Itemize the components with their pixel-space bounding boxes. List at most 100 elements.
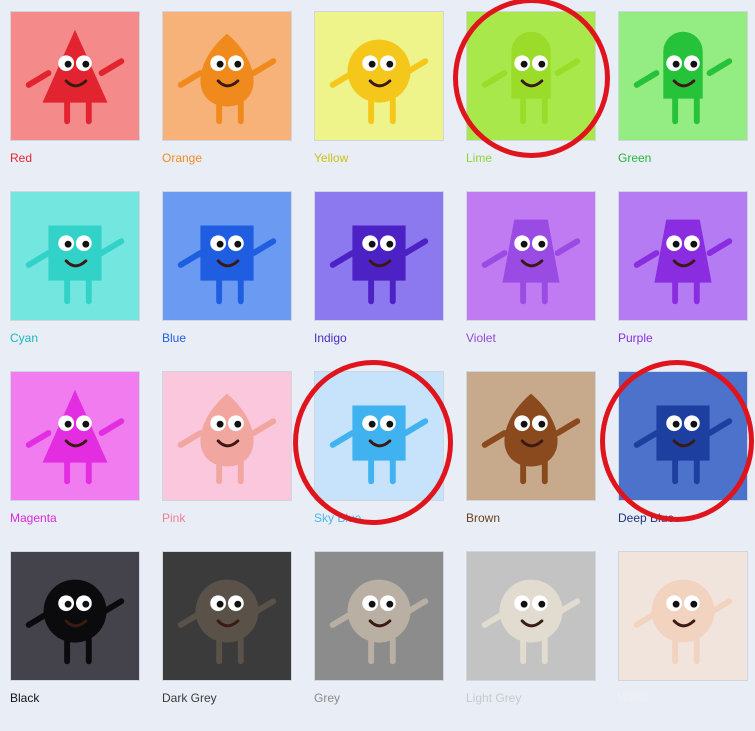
character-image[interactable]	[10, 551, 140, 681]
character-label[interactable]: Sky Blue	[314, 511, 361, 525]
character-card-brown[interactable]: Brown	[466, 371, 596, 551]
character-label[interactable]: White	[618, 691, 649, 705]
character-body	[499, 579, 563, 643]
character-pupil	[538, 240, 546, 248]
character-pupil	[216, 240, 224, 248]
character-pupil	[234, 240, 242, 248]
character-card-green[interactable]: Green	[618, 11, 748, 191]
character-card-black[interactable]: Black	[10, 551, 140, 731]
character-card-light-grey[interactable]: Light Grey	[466, 551, 596, 731]
character-arm-left	[329, 430, 356, 448]
character-leg	[541, 96, 548, 125]
character-label[interactable]: Pink	[162, 511, 185, 525]
character-image[interactable]	[162, 371, 292, 501]
character-illustration	[329, 579, 429, 665]
character-leg	[237, 636, 244, 665]
character-card-red[interactable]: Red	[10, 11, 140, 191]
character-label[interactable]: Black	[10, 691, 39, 705]
character-card-dark-grey[interactable]: Dark Grey	[162, 551, 292, 731]
character-body	[42, 29, 108, 103]
character-image[interactable]	[162, 11, 292, 141]
character-body	[651, 579, 715, 643]
character-image[interactable]	[162, 191, 292, 321]
character-pupil	[64, 240, 72, 248]
character-card-white[interactable]: White	[618, 551, 748, 731]
character-card-violet[interactable]: Violet	[466, 191, 596, 371]
character-label[interactable]: Grey	[314, 691, 340, 705]
character-card-sky-blue[interactable]: Sky Blue	[314, 371, 444, 551]
character-pupil	[82, 240, 90, 248]
character-pupil	[82, 600, 90, 608]
character-body	[347, 579, 411, 643]
character-label[interactable]: Orange	[162, 151, 202, 165]
character-label[interactable]: Light Grey	[466, 691, 521, 705]
character-leg	[693, 636, 700, 665]
character-card-deep-blue[interactable]: Deep Blue	[618, 371, 748, 551]
character-body	[504, 393, 558, 467]
character-body	[347, 39, 411, 103]
character-arm-left	[633, 250, 660, 268]
character-image[interactable]	[314, 551, 444, 681]
character-pupil	[368, 600, 376, 608]
character-image[interactable]	[10, 11, 140, 141]
character-label[interactable]: Brown	[466, 511, 500, 525]
character-image[interactable]	[314, 11, 444, 141]
character-pupil	[216, 600, 224, 608]
character-image[interactable]	[618, 191, 748, 321]
character-body	[352, 405, 406, 461]
character-image[interactable]	[618, 551, 748, 681]
character-label[interactable]: Violet	[466, 331, 496, 345]
character-image[interactable]	[10, 371, 140, 501]
character-body	[352, 225, 406, 281]
character-pupil	[520, 240, 528, 248]
character-card-indigo[interactable]: Indigo	[314, 191, 444, 371]
character-card-magenta[interactable]: Magenta	[10, 371, 140, 551]
character-card-yellow[interactable]: Yellow	[314, 11, 444, 191]
character-image[interactable]	[618, 371, 748, 501]
character-image[interactable]	[314, 191, 444, 321]
character-card-blue[interactable]: Blue	[162, 191, 292, 371]
character-label[interactable]: Green	[618, 151, 651, 165]
character-arm-left	[177, 430, 204, 448]
character-image[interactable]	[10, 191, 140, 321]
character-card-pink[interactable]: Pink	[162, 371, 292, 551]
character-image[interactable]	[466, 11, 596, 141]
character-leg	[368, 276, 375, 305]
character-illustration	[25, 29, 125, 125]
character-arm-right	[98, 418, 125, 436]
character-body	[48, 225, 102, 281]
character-label[interactable]: Cyan	[10, 331, 38, 345]
character-leg	[85, 276, 92, 305]
character-label[interactable]: Dark Grey	[162, 691, 217, 705]
character-label[interactable]: Purple	[618, 331, 653, 345]
character-card-lime[interactable]: Lime	[466, 11, 596, 191]
character-label[interactable]: Red	[10, 151, 32, 165]
character-illustration	[633, 405, 733, 485]
character-arm-right	[250, 418, 277, 436]
character-pupil	[538, 60, 546, 68]
character-leg	[672, 456, 679, 485]
character-label[interactable]: Indigo	[314, 331, 347, 345]
character-image[interactable]	[618, 11, 748, 141]
character-label[interactable]: Magenta	[10, 511, 57, 525]
character-image[interactable]	[466, 191, 596, 321]
character-card-purple[interactable]: Purple	[618, 191, 748, 371]
character-arm-right	[554, 58, 581, 77]
character-image[interactable]	[314, 371, 444, 501]
character-label[interactable]: Yellow	[314, 151, 348, 165]
character-pupil	[386, 60, 394, 68]
character-image[interactable]	[466, 371, 596, 501]
character-label[interactable]: Blue	[162, 331, 186, 345]
character-body	[195, 579, 259, 643]
character-label[interactable]: Deep Blue	[618, 511, 674, 525]
character-leg	[693, 96, 700, 125]
character-card-orange[interactable]: Orange	[162, 11, 292, 191]
character-arm-right	[706, 238, 733, 256]
character-image[interactable]	[466, 551, 596, 681]
character-label[interactable]: Lime	[466, 151, 492, 165]
character-image[interactable]	[162, 551, 292, 681]
character-card-grey[interactable]: Grey	[314, 551, 444, 731]
character-pupil	[690, 420, 698, 428]
character-card-cyan[interactable]: Cyan	[10, 191, 140, 371]
character-pupil	[234, 600, 242, 608]
